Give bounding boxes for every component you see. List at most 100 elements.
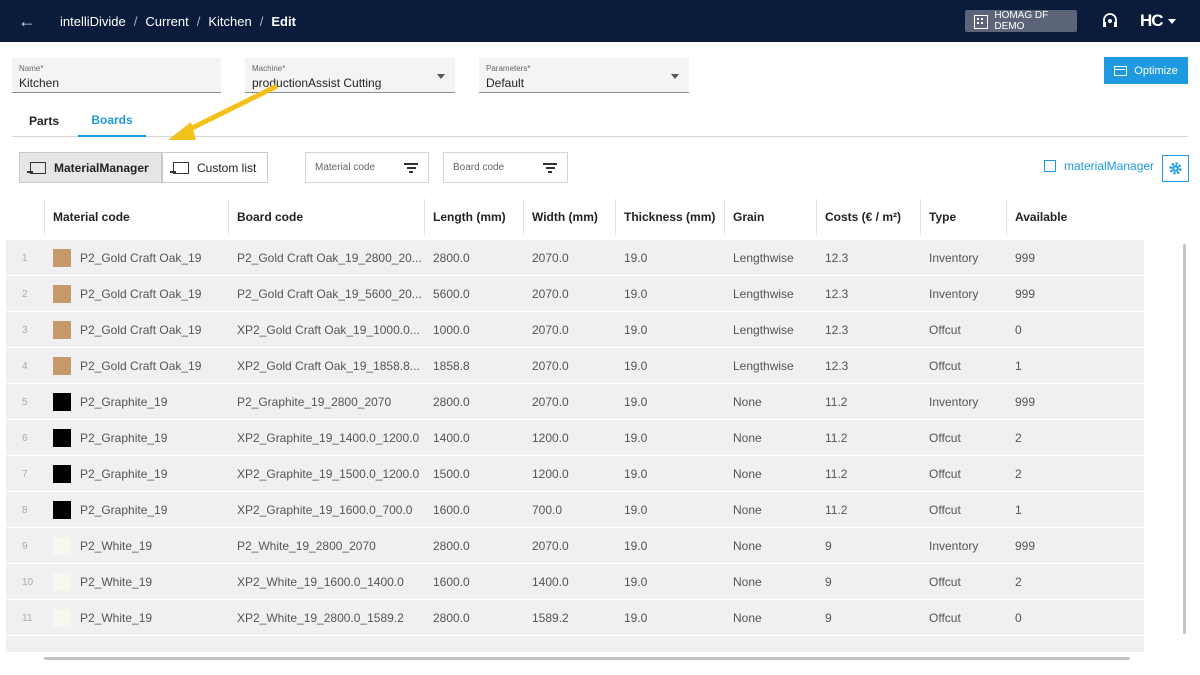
cell-board-code: P2_White_19_2800_2070 [237, 539, 376, 553]
table-row[interactable]: 7 P2_Graphite_19 XP2_Graphite_19_1500.0_12… [6, 456, 1144, 492]
cell-length: 1000.0 [433, 323, 470, 337]
tenant-switcher[interactable]: HOMAG DF DEMO [965, 10, 1077, 32]
column-header-material-code[interactable]: Material code [44, 199, 227, 235]
table-row[interactable]: 11 P2_White_19 XP2_White_19_2800.0_1589.2 2… [6, 600, 1144, 636]
vertical-scrollbar[interactable] [1183, 244, 1186, 634]
table-row[interactable]: 6 P2_Graphite_19 XP2_Graphite_19_1400.0_12… [6, 420, 1144, 456]
homag-logo-menu[interactable]: HC [1140, 11, 1176, 31]
cell-type: Offcut [929, 611, 961, 625]
cell-material-code: P2_Gold Craft Oak_19 [80, 359, 202, 373]
cell-costs: 12.3 [825, 251, 849, 265]
material-swatch [53, 393, 71, 411]
cell-type: Offcut [929, 503, 961, 517]
cell-available: 2 [1015, 431, 1022, 445]
cell-thickness: 19.0 [624, 251, 648, 265]
cell-length: 2800.0 [433, 611, 470, 625]
name-value: Kitchen [19, 76, 60, 90]
building-icon [973, 14, 989, 29]
custom-list-source-button[interactable]: Custom list [162, 152, 268, 183]
column-header-costs[interactable]: Costs (€ / m²) [816, 199, 919, 235]
cell-grain: Lengthwise [733, 323, 794, 337]
row-number: 9 [22, 540, 28, 552]
breadcrumb-current[interactable]: Current [145, 14, 188, 29]
cell-length: 1600.0 [433, 503, 470, 517]
column-header-grain[interactable]: Grain [724, 199, 815, 235]
table-row[interactable]: 5 P2_Graphite_19 P2_Graphite_19_2800_2070 2… [6, 384, 1144, 420]
cell-board-code: XP2_Graphite_19_1500.0_1200.0 [237, 467, 420, 481]
cell-costs: 11.2 [825, 467, 848, 481]
optimize-button[interactable]: Optimize [1104, 57, 1188, 84]
material-swatch [53, 321, 71, 339]
optimize-label: Optimize [1134, 64, 1178, 77]
breadcrumb-intellidivide[interactable]: intelliDivide [60, 14, 126, 29]
materialmanager-source-button[interactable]: MaterialManager [19, 152, 162, 183]
table-row[interactable]: 2 P2_Gold Craft Oak_19 P2_Gold Craft Oak_1… [6, 276, 1144, 312]
table-row[interactable]: 9 P2_White_19 P2_White_19_2800_2070 2800.0 2… [6, 528, 1144, 564]
custom-list-label: Custom list [197, 160, 257, 175]
chevron-down-icon [1167, 18, 1176, 24]
column-header-type[interactable]: Type [920, 199, 1005, 235]
row-number: 8 [22, 504, 28, 516]
cell-length: 1400.0 [433, 431, 470, 445]
breadcrumb: intelliDivide / Current / Kitchen / Edit [60, 0, 296, 42]
cell-costs: 11.2 [825, 431, 848, 445]
board-code-filter[interactable]: Board code [443, 152, 568, 183]
table-right-gutter [1144, 240, 1188, 652]
breadcrumb-kitchen[interactable]: Kitchen [208, 14, 251, 29]
tab-parts[interactable]: Parts [12, 104, 76, 137]
support-headset-icon[interactable] [1101, 12, 1119, 30]
column-header-width[interactable]: Width (mm) [523, 199, 614, 235]
table-settings-button[interactable] [1162, 155, 1189, 182]
row-number: 1 [22, 252, 28, 264]
cell-grain: None [733, 611, 762, 625]
cell-width: 2070.0 [532, 359, 569, 373]
cell-type: Inventory [929, 287, 979, 301]
breadcrumb-edit: Edit [271, 13, 296, 29]
cell-thickness: 19.0 [624, 287, 648, 301]
external-link-icon [1044, 160, 1056, 172]
cell-costs: 11.2 [825, 503, 848, 517]
cell-grain: None [733, 467, 762, 481]
cell-thickness: 19.0 [624, 395, 648, 409]
cell-available: 2 [1015, 467, 1022, 481]
cell-material-code: P2_White_19 [80, 611, 153, 625]
edit-list-icon [170, 161, 189, 174]
table-row[interactable]: 8 P2_Graphite_19 XP2_Graphite_19_1600.0_70… [6, 492, 1144, 528]
logo-text: HC [1140, 11, 1164, 30]
cell-material-code: P2_Gold Craft Oak_19 [80, 251, 202, 265]
column-header-length[interactable]: Length (mm) [424, 199, 522, 235]
cell-width: 2070.0 [532, 323, 569, 337]
column-header-available[interactable]: Available [1006, 199, 1144, 235]
column-header-thickness[interactable]: Thickness (mm) [615, 199, 723, 235]
materialmanager-link-label: materialManager [1064, 159, 1155, 173]
filter-icon [543, 163, 557, 173]
cell-board-code: P2_Graphite_19_2800_2070 [237, 395, 392, 409]
material-swatch [53, 357, 71, 375]
material-swatch [53, 501, 71, 519]
parameters-select[interactable]: Parameters* Default [479, 58, 689, 93]
back-arrow-icon[interactable]: ← [18, 11, 38, 31]
column-header-board-code[interactable]: Board code [228, 199, 423, 235]
cell-available: 999 [1015, 539, 1036, 553]
cell-material-code: P2_Graphite_19 [80, 395, 168, 409]
table-header: Material code Board code Length (mm) Wid… [0, 199, 1200, 235]
materialmanager-link[interactable]: materialManager [1044, 159, 1154, 173]
material-code-filter[interactable]: Material code [305, 152, 429, 183]
horizontal-scrollbar[interactable] [44, 657, 1130, 660]
cell-board-code: XP2_Gold Craft Oak_19_1000.0... [237, 323, 420, 337]
table-row[interactable]: 10 P2_White_19 XP2_White_19_1600.0_1400.0 1… [6, 564, 1144, 600]
cell-costs: 12.3 [825, 287, 849, 301]
cell-material-code: P2_White_19 [80, 575, 153, 589]
material-swatch [53, 249, 71, 267]
cell-width: 2070.0 [532, 251, 569, 265]
optimize-icon [1114, 65, 1128, 76]
table-row[interactable]: 1 P2_Gold Craft Oak_19 P2_Gold Craft Oak_1… [6, 240, 1144, 276]
cell-type: Offcut [929, 575, 961, 589]
gear-icon [1169, 162, 1182, 175]
cell-board-code: XP2_Graphite_19_1600.0_700.0 [237, 503, 413, 517]
table-row[interactable]: 3 P2_Gold Craft Oak_19 XP2_Gold Craft Oak_… [6, 312, 1144, 348]
table-row[interactable]: 4 P2_Gold Craft Oak_19 XP2_Gold Craft Oak_… [6, 348, 1144, 384]
tab-boards[interactable]: Boards [78, 104, 146, 137]
cell-available: 999 [1015, 287, 1036, 301]
cell-type: Inventory [929, 539, 979, 553]
